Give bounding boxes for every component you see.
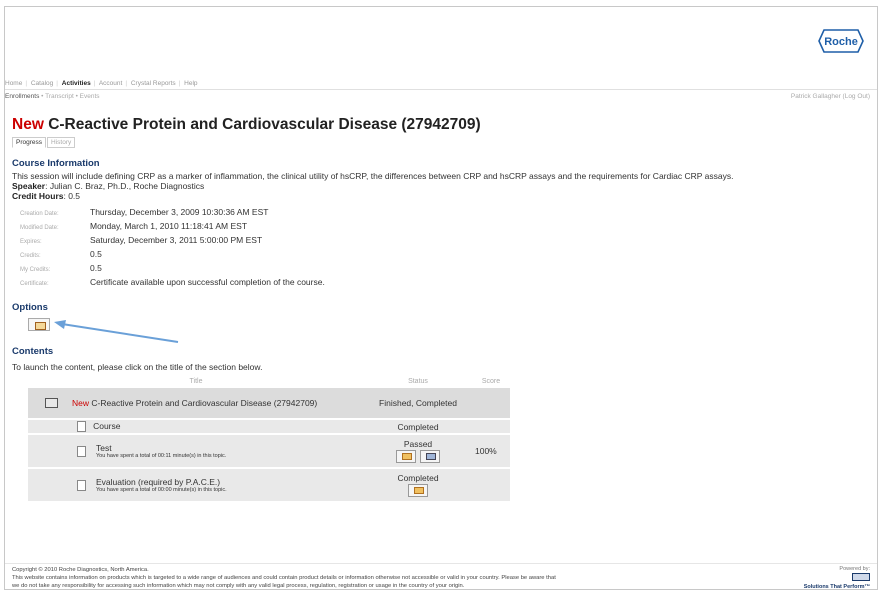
document-icon xyxy=(77,421,86,433)
footer: Copyright © 2010 Roche Diagnostics, Nort… xyxy=(12,566,556,590)
col-title: Title xyxy=(189,378,203,385)
footer-disclaimer-1: This website contains information on pro… xyxy=(12,575,556,581)
tab-progress[interactable]: Progress xyxy=(12,137,47,148)
edit-button[interactable] xyxy=(408,483,428,497)
edit-icon xyxy=(414,486,424,494)
row-score xyxy=(472,420,510,434)
row-time-note: You have spent a total of 00:11 minute(s… xyxy=(96,453,227,460)
certificate-icon xyxy=(35,322,46,330)
footer-copyright: Copyright © 2010 Roche Diagnostics, Nort… xyxy=(12,567,149,573)
book-icon xyxy=(45,398,58,409)
edit-icon xyxy=(402,452,412,460)
annotation-arrow xyxy=(54,320,179,343)
course-info-heading: Course Information xyxy=(12,158,100,169)
col-score: Score xyxy=(481,378,501,385)
document-icon xyxy=(77,479,86,491)
stp-tagline[interactable]: Solutions That Perform™ xyxy=(804,584,870,591)
row-title-link[interactable]: Course xyxy=(93,421,120,431)
row-status: Completed xyxy=(397,472,439,483)
nav-help[interactable]: Help xyxy=(184,80,197,87)
credit-hours-line: Credit Hours: 0.5 xyxy=(12,191,80,201)
row-score xyxy=(472,469,510,502)
subnav-enrollments[interactable]: Enrollments xyxy=(5,93,39,100)
row-new-badge: New xyxy=(72,398,90,408)
row-status-cell: Completed xyxy=(364,469,472,502)
table-row[interactable]: Evaluation (required by P.A.C.E.) You hav… xyxy=(28,469,510,502)
speaker-value: : Julian C. Braz, Ph.D., Roche Diagnosti… xyxy=(45,181,205,191)
row-status-cell: Passed xyxy=(364,435,472,468)
table-row[interactable]: New C-Reactive Protein and Cardiovascula… xyxy=(28,388,510,418)
nav-catalog[interactable]: Catalog xyxy=(31,80,53,87)
edit-button[interactable] xyxy=(396,449,416,463)
top-navigation: Home | Catalog | Activities | Account | Crys… xyxy=(5,80,198,87)
meta-my-credits: My Credits: 0.5 xyxy=(20,263,102,273)
row-score xyxy=(472,388,510,418)
table-row[interactable]: Test You have spent a total of 00:11 minu… xyxy=(28,435,510,468)
review-icon xyxy=(426,452,436,460)
nav-home[interactable]: Home xyxy=(5,80,22,87)
user-logout-link[interactable]: Patrick Gallagher (Log Out) xyxy=(791,93,870,100)
table-row[interactable]: Course Completed xyxy=(28,420,510,434)
tab-history[interactable]: History xyxy=(47,137,76,148)
subnav-events[interactable]: Events xyxy=(80,93,100,100)
tab-bar: Progress History xyxy=(12,137,76,148)
review-button[interactable] xyxy=(420,449,440,463)
row-title-link[interactable]: Evaluation (required by P.A.C.E.) xyxy=(96,477,220,487)
powered-by: Powered by: Solutions That Perform™ xyxy=(804,566,870,591)
speaker-line: Speaker: Julian C. Braz, Ph.D., Roche Di… xyxy=(12,181,204,191)
contents-table: Title Status Score New C-Reactive Protei… xyxy=(28,375,510,503)
meta-modified-date: Modified Date: Monday, March 1, 2010 11:1… xyxy=(20,221,248,231)
row-status: Completed xyxy=(364,420,472,434)
certificate-button[interactable] xyxy=(28,318,50,331)
meta-certificate: Certificate: Certificate available upon s… xyxy=(20,277,325,287)
options-heading: Options xyxy=(12,302,48,313)
powered-by-label: Powered by: xyxy=(839,566,870,572)
nav-activities[interactable]: Activities xyxy=(62,80,91,87)
subnav-transcript[interactable]: Transcript xyxy=(45,93,74,100)
col-status: Status xyxy=(408,378,428,385)
row-title-link[interactable]: C-Reactive Protein and Cardiovascular Di… xyxy=(91,398,317,408)
course-title: C-Reactive Protein and Cardiovascular Di… xyxy=(48,116,481,133)
document-icon xyxy=(77,445,86,457)
meta-credits: Credits: 0.5 xyxy=(20,249,102,259)
row-time-note: You have spent a total of 00:00 minute(s… xyxy=(96,487,227,494)
row-score: 100% xyxy=(472,435,510,468)
page-title: New C-Reactive Protein and Cardiovascula… xyxy=(12,116,481,134)
new-badge: New xyxy=(12,116,44,133)
credit-hours-value: : 0.5 xyxy=(63,191,81,201)
row-status: Finished, Completed xyxy=(364,388,472,418)
roche-logo[interactable]: Roche xyxy=(818,29,864,58)
contents-instruction: To launch the content, please click on t… xyxy=(12,362,263,372)
row-status: Passed xyxy=(403,438,433,449)
sub-navigation: Enrollments • Transcript • Events xyxy=(5,93,100,100)
nav-crystal-reports[interactable]: Crystal Reports xyxy=(131,80,176,87)
footer-disclaimer-2: we do not take any responsibility for ac… xyxy=(12,583,465,589)
meta-expires: Expires: Saturday, December 3, 2011 5:00:… xyxy=(20,235,263,245)
nav-account[interactable]: Account xyxy=(99,80,123,87)
speaker-label: Speaker xyxy=(12,181,46,191)
meta-creation-date: Creation Date: Thursday, December 3, 2009… xyxy=(20,207,269,217)
course-description: This session will include defining CRP a… xyxy=(12,171,734,181)
contents-heading: Contents xyxy=(12,346,54,357)
footer-divider xyxy=(5,563,877,564)
row-title-link[interactable]: Test xyxy=(96,443,112,453)
nav-divider xyxy=(5,89,877,90)
logo-text: Roche xyxy=(824,36,858,48)
stp-logo-icon xyxy=(852,573,870,581)
credit-hours-label: Credit Hours xyxy=(12,191,64,201)
